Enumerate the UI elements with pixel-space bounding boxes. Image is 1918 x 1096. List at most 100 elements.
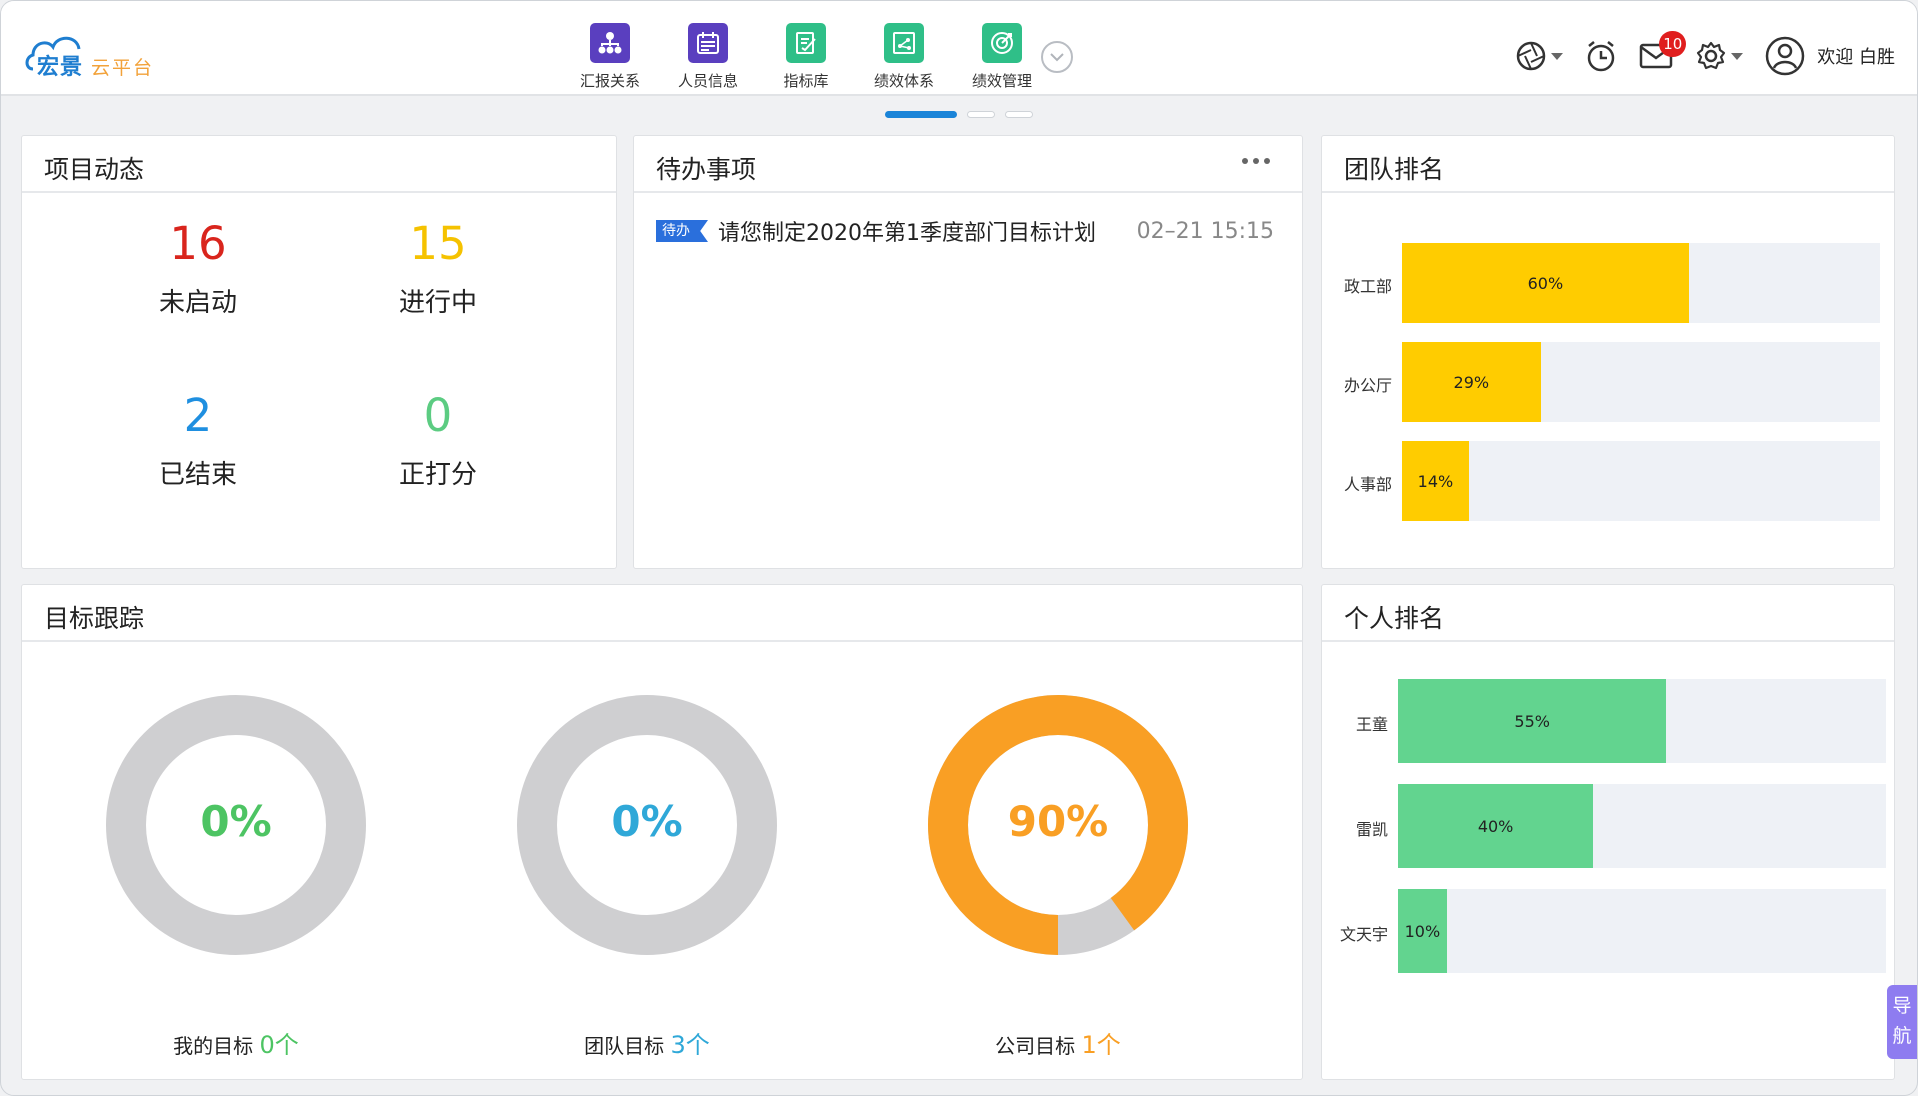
goal-count: 0个 (259, 1031, 299, 1059)
settings-menu-button[interactable] (1695, 40, 1744, 72)
goal-caption[interactable]: 公司目标 1个 (908, 1025, 1208, 1060)
donut-percent: 90% (1007, 797, 1109, 846)
goal-donut[interactable]: 0% (106, 695, 366, 955)
goal-count: 3个 (670, 1031, 710, 1059)
todo-time: 02–21 15:15 (1136, 218, 1274, 244)
rank-bar[interactable]: 60% (1402, 243, 1689, 323)
donut-percent: 0% (611, 797, 683, 846)
logo[interactable]: 宏景 云平台 (23, 29, 173, 81)
rank-row: 王童 55% (1322, 679, 1894, 763)
rank-track: 10% (1398, 889, 1886, 973)
rank-row: 政工部 60% (1322, 243, 1894, 323)
rank-track: 14% (1402, 441, 1880, 521)
card-header: 目标跟踪 (22, 585, 1302, 642)
team-rank-card: 团队排名 政工部 60% 办公厅 29% 人事部 14% (1321, 135, 1895, 569)
rank-track: 40% (1398, 784, 1886, 868)
app-window: 宏景 云平台 汇报关系 人员信息 指标库 绩效体系 绩效管理 10 欢迎 白胜 … (0, 0, 1918, 1096)
todo-tag: 待办 (656, 220, 708, 242)
stat-label: 进行中 (398, 288, 477, 318)
goal-donut[interactable]: 0% (517, 695, 777, 955)
nav-label: 指标库 (783, 72, 829, 90)
nav-item-performance-management[interactable]: 绩效管理 (953, 19, 1051, 93)
card-title: 目标跟踪 (44, 604, 145, 633)
rank-name: 王童 (1355, 715, 1388, 734)
goal-caption[interactable]: 我的目标 0个 (86, 1025, 386, 1060)
rank-track: 55% (1398, 679, 1886, 763)
pager-dot-3[interactable] (1005, 111, 1033, 118)
card-title: 待办事项 (656, 155, 757, 184)
goal-caption-text: 公司目标 (995, 1034, 1082, 1058)
rank-value: 14% (1417, 471, 1454, 491)
goal-caption[interactable]: 团队目标 3个 (497, 1025, 797, 1060)
rank-row: 文天宇 10% (1322, 889, 1894, 973)
rank-name: 文天宇 (1339, 925, 1388, 944)
alarm-button[interactable] (1585, 39, 1617, 73)
rank-bar[interactable]: 29% (1402, 342, 1541, 422)
mail-badge: 10 (1659, 31, 1687, 57)
target-icon (982, 23, 1022, 63)
stat-finished[interactable]: 2 已结束 (98, 388, 298, 491)
stat-label: 已结束 (158, 460, 237, 490)
nav-label: 人员信息 (677, 72, 738, 90)
project-card: 项目动态 16 未启动 15 进行中 2 已结束 0 正打分 (21, 135, 617, 569)
rank-value: 10% (1404, 921, 1441, 941)
rank-name: 人事部 (1343, 475, 1392, 494)
welcome-text: 欢迎 白胜 (1817, 47, 1895, 68)
rank-bar[interactable]: 40% (1398, 784, 1594, 868)
nav-label: 汇报关系 (579, 72, 640, 90)
donut-percent: 0% (200, 797, 272, 846)
logo-subtitle: 云平台 (91, 57, 155, 79)
nav-item-staff-info[interactable]: 人员信息 (659, 19, 757, 93)
clipboard-pen-icon (786, 23, 826, 63)
person-rank-card: 个人排名 王童 55% 雷凯 40% 文天宇 10% (1321, 584, 1895, 1080)
rank-name: 雷凯 (1355, 820, 1388, 839)
more-options-icon[interactable] (1237, 158, 1270, 164)
rank-bar[interactable]: 55% (1398, 679, 1667, 763)
pager-dot-2[interactable] (967, 111, 995, 118)
stat-not-started[interactable]: 16 未启动 (98, 216, 298, 319)
aperture-icon (1517, 41, 1546, 71)
rank-bar[interactable]: 14% (1402, 441, 1469, 521)
user-avatar-icon (1766, 36, 1805, 76)
goal-caption-text: 我的目标 (173, 1034, 260, 1058)
header-tools: 10 欢迎 白胜 (1493, 31, 1895, 81)
nav-item-report-relations[interactable]: 汇报关系 (561, 19, 659, 93)
goal-count: 1个 (1081, 1031, 1121, 1059)
caret-down-icon (1551, 52, 1564, 60)
goal-caption-text: 团队目标 (584, 1034, 671, 1058)
top-header: 宏景 云平台 汇报关系 人员信息 指标库 绩效体系 绩效管理 10 欢迎 白胜 (1, 1, 1917, 96)
rank-row: 办公厅 29% (1322, 342, 1894, 422)
goal-donut[interactable]: 90% (928, 695, 1188, 955)
page-indicator (885, 111, 1043, 118)
nav-expand-button[interactable] (1041, 41, 1073, 73)
nav-label: 绩效体系 (873, 72, 934, 90)
logo-brand: 宏景 (37, 55, 84, 80)
card-header: 团队排名 (1322, 136, 1894, 193)
rank-track: 60% (1402, 243, 1880, 323)
caret-down-icon (1731, 52, 1744, 60)
rank-row: 雷凯 40% (1322, 784, 1894, 868)
nav-item-performance-system[interactable]: 绩效体系 (855, 19, 953, 93)
chart-network-icon (884, 23, 924, 63)
rank-value: 40% (1477, 816, 1514, 836)
calendar-card-icon (688, 23, 728, 63)
stat-value: 2 (183, 389, 213, 442)
app-nav: 汇报关系 人员信息 指标库 绩效体系 绩效管理 (561, 19, 1051, 93)
aperture-menu-button[interactable] (1515, 40, 1564, 72)
stat-value: 15 (409, 217, 467, 270)
gear-icon (1697, 41, 1726, 70)
user-menu[interactable]: 欢迎 白胜 (1765, 36, 1895, 76)
stat-scoring[interactable]: 0 正打分 (338, 388, 538, 491)
todo-text: 请您制定2020年第1季度部门目标计划 (718, 221, 1096, 246)
rank-bar[interactable]: 10% (1398, 889, 1447, 973)
card-title: 个人排名 (1344, 604, 1445, 633)
todo-item[interactable]: 待办 请您制定2020年第1季度部门目标计划 02–21 15:15 (656, 216, 1274, 246)
pager-dot-1[interactable] (885, 111, 957, 118)
todo-card: 待办事项 待办 请您制定2020年第1季度部门目标计划 02–21 15:15 (633, 135, 1303, 569)
nav-item-indicator-library[interactable]: 指标库 (757, 19, 855, 93)
mail-button[interactable]: 10 (1639, 31, 1687, 69)
stat-in-progress[interactable]: 15 进行中 (338, 216, 538, 319)
card-header: 待办事项 (634, 136, 1302, 193)
rank-name: 办公厅 (1343, 376, 1392, 395)
side-nav-button[interactable]: 导航 (1887, 985, 1917, 1059)
